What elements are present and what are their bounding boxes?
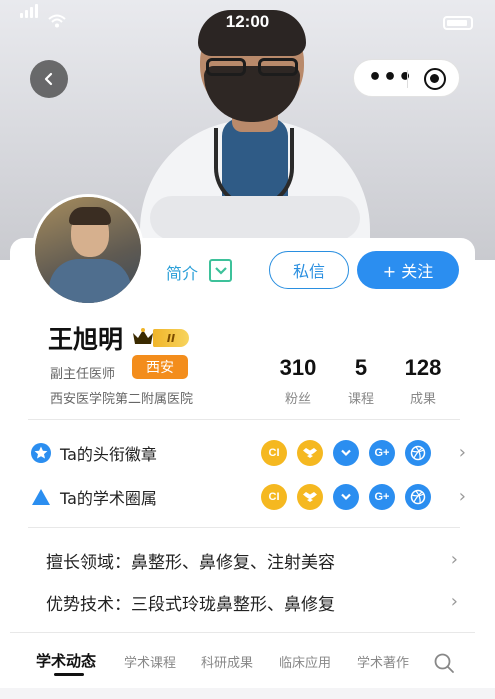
divider <box>28 419 460 420</box>
intro-expand-icon[interactable] <box>209 259 232 282</box>
star-icon <box>31 443 51 463</box>
search-icon[interactable] <box>433 652 455 674</box>
city-badge: 西安 <box>132 355 188 379</box>
chevron-badge-icon <box>333 484 359 510</box>
battery-icon <box>443 16 473 30</box>
chevron-right-icon: › <box>450 591 458 612</box>
specialty-row[interactable]: 擅长领域：鼻整形、鼻修复、注射美容 › <box>46 548 466 574</box>
chevron-right-icon: › <box>458 486 466 507</box>
status-bar: 12:00 <box>0 0 495 44</box>
status-time: 12:00 <box>225 12 270 31</box>
crown-icon <box>133 328 153 344</box>
title-badges-label: Ta的头衔徽章 <box>60 445 157 464</box>
tab-academic-works[interactable]: 学术著作 <box>357 652 409 671</box>
chevron-badge-icon <box>333 440 359 466</box>
back-button[interactable] <box>30 60 68 98</box>
feed-area <box>0 688 495 699</box>
tab-research-results[interactable]: 科研成果 <box>201 652 253 671</box>
dribbble-badge-icon <box>405 440 431 466</box>
tab-academic-news[interactable]: 学术动态 <box>36 650 96 671</box>
close-target-icon[interactable] <box>424 68 446 90</box>
stat-fans[interactable]: 310 粉丝 <box>268 354 328 407</box>
content-tabs: 学术动态 学术课程 科研成果 临床应用 学术著作 <box>0 648 495 684</box>
divider <box>10 632 475 633</box>
vip-level: II <box>153 329 189 347</box>
divider <box>28 527 460 528</box>
dropbox-badge-icon <box>297 484 323 510</box>
intro-label[interactable]: 简介 <box>166 260 198 284</box>
academic-circles-row[interactable]: Ta的学术圈属 CI G+ › <box>28 482 468 512</box>
chevron-right-icon: › <box>458 442 466 463</box>
chevron-right-icon: › <box>450 549 458 570</box>
academic-circles-label: Ta的学术圈属 <box>60 489 157 508</box>
specialty-text: 擅长领域：鼻整形、鼻修复、注射美容 <box>46 553 335 573</box>
stat-label: 成果 <box>409 392 436 407</box>
dribbble-badge-icon <box>405 484 431 510</box>
technique-row[interactable]: 优势技术：三段式玲珑鼻整形、鼻修复 › <box>46 590 466 616</box>
message-button[interactable]: 私信 <box>269 251 349 289</box>
stat-label: 粉丝 <box>284 392 311 407</box>
google-plus-badge-icon: G+ <box>369 484 395 510</box>
stat-results[interactable]: 128 成果 <box>394 354 452 407</box>
hospital-name: 西安医学院第二附属医院 <box>50 392 194 407</box>
stat-courses[interactable]: 5 课程 <box>333 354 389 407</box>
doctor-title: 副主任医师 <box>50 367 116 382</box>
mini-program-capsule: ••• <box>353 59 460 97</box>
tab-clinical-application[interactable]: 临床应用 <box>279 652 331 671</box>
active-tab-indicator <box>54 673 84 676</box>
ci-badge-icon: CI <box>261 440 287 466</box>
stat-value: 310 <box>279 355 317 380</box>
tab-academic-courses[interactable]: 学术课程 <box>124 652 176 671</box>
chevron-left-icon <box>44 72 53 86</box>
google-plus-badge-icon: G+ <box>369 440 395 466</box>
stat-value: 5 <box>354 355 368 380</box>
stat-label: 课程 <box>347 392 374 407</box>
doctor-name: 王旭明 <box>48 325 124 354</box>
triangle-icon <box>32 489 50 505</box>
profile-card <box>10 238 475 699</box>
follow-button[interactable]: + 关注 <box>357 251 459 289</box>
ci-badge-icon: CI <box>261 484 287 510</box>
technique-text: 优势技术：三段式玲珑鼻整形、鼻修复 <box>46 595 335 615</box>
title-badges-row[interactable]: Ta的头衔徽章 CI G+ › <box>28 438 468 468</box>
vip-badge: II <box>131 325 189 349</box>
stat-value: 128 <box>404 355 442 380</box>
dropbox-badge-icon <box>297 440 323 466</box>
avatar[interactable] <box>32 194 144 306</box>
